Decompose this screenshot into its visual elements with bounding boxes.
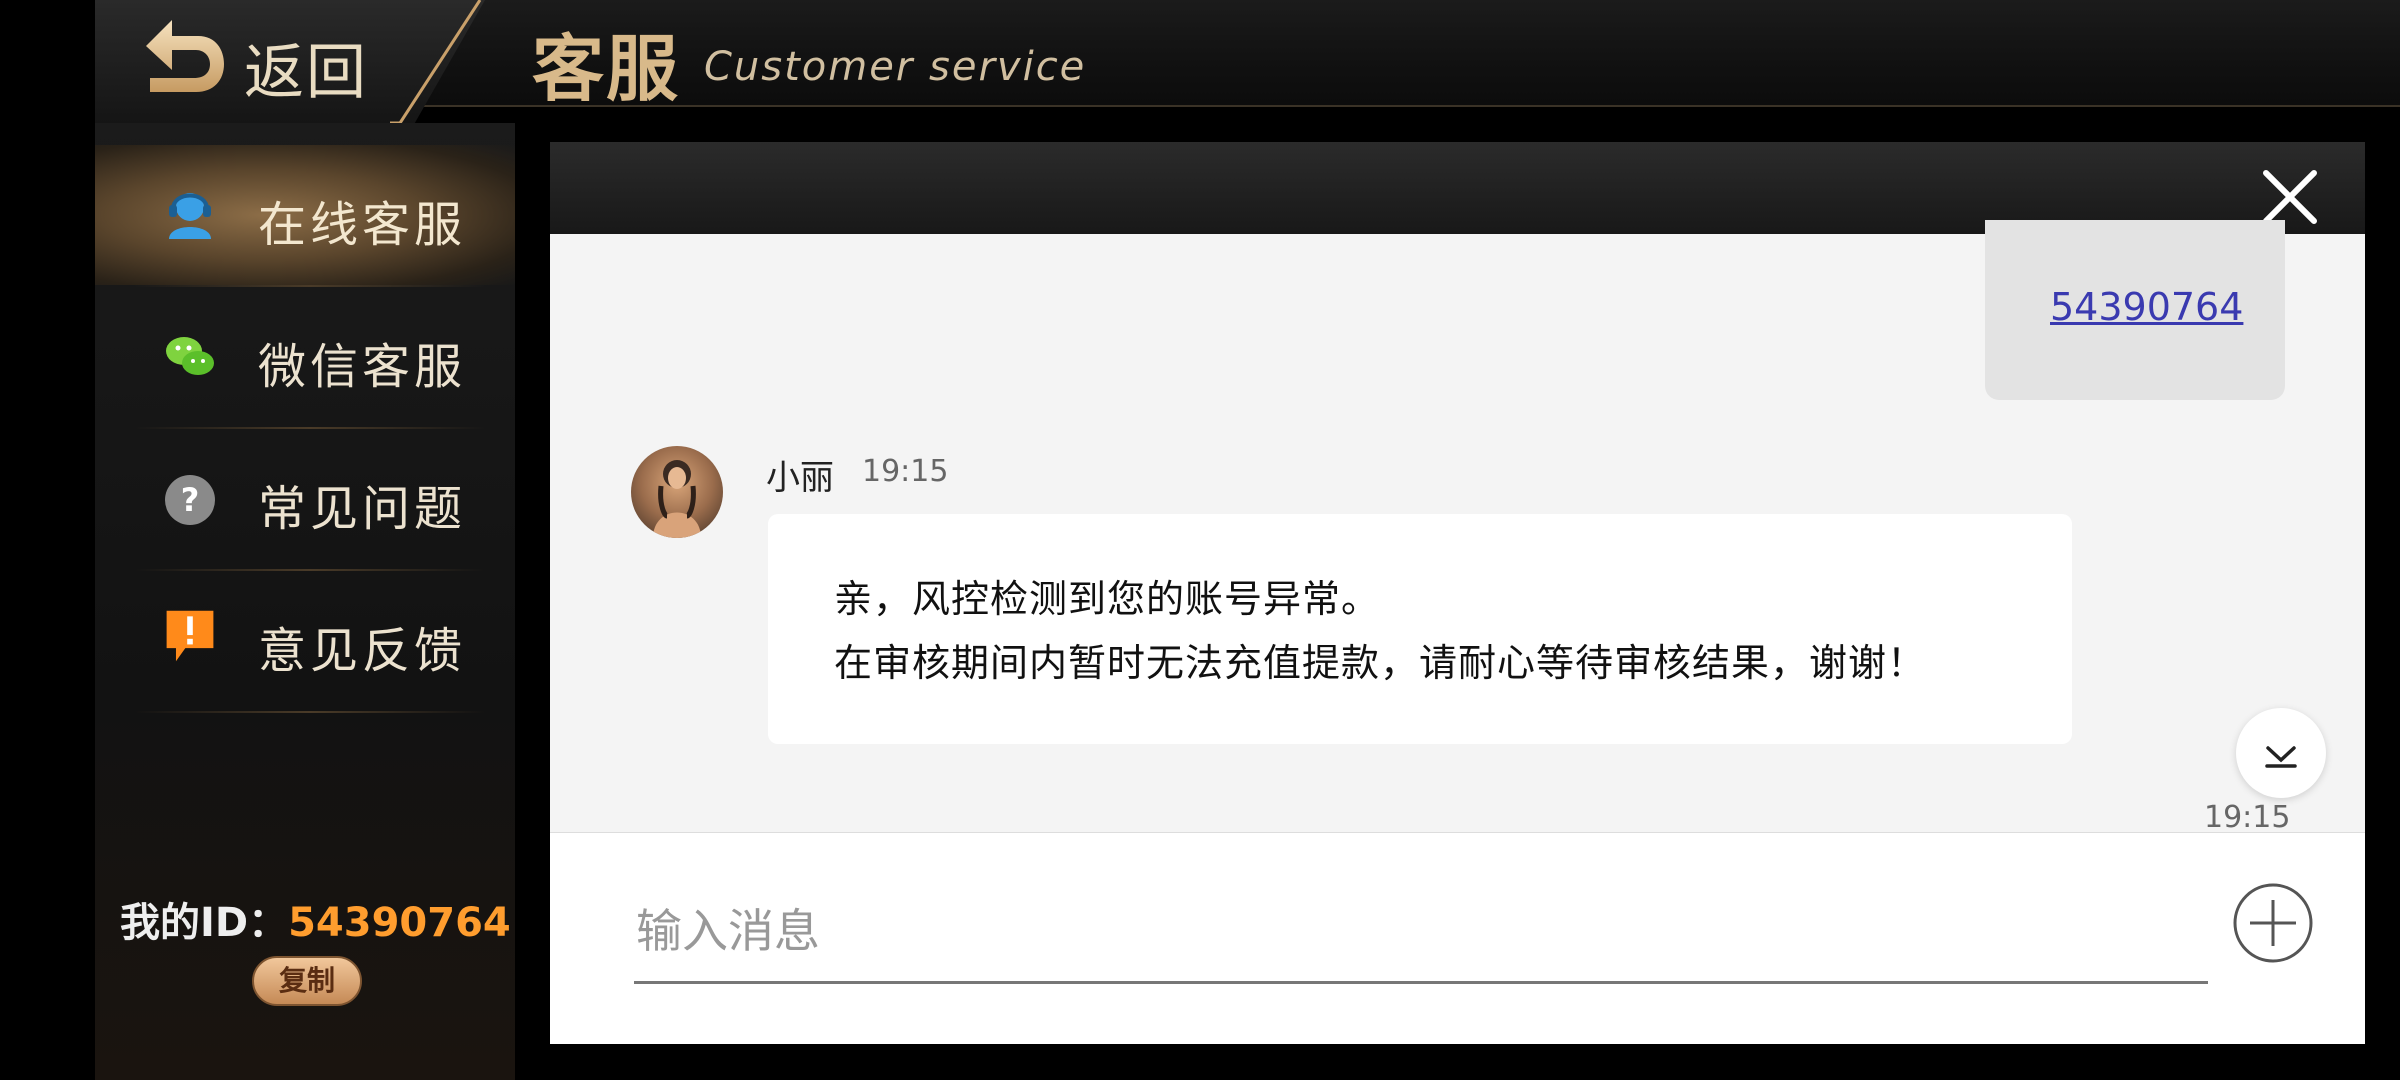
headset-user-icon — [169, 193, 211, 239]
page-subtitle: Customer service — [704, 44, 1087, 90]
question-icon: ? — [165, 475, 215, 525]
sidebar-item-faq[interactable]: ? 常见问题 — [95, 429, 515, 569]
my-id-label: 我的ID： — [120, 900, 289, 946]
message-input[interactable] — [634, 880, 2208, 984]
avatar — [631, 446, 723, 538]
svg-text:?: ? — [181, 481, 200, 519]
my-id: 我的ID：54390764 — [120, 890, 511, 948]
back-arrow-icon[interactable] — [140, 16, 228, 96]
add-attachment-icon[interactable] — [2232, 882, 2314, 964]
sidebar-item-label: 微信客服 — [258, 339, 467, 395]
copy-button[interactable]: 复制 — [252, 956, 362, 1006]
scroll-to-bottom-button[interactable] — [2236, 708, 2326, 798]
header-divider — [390, 0, 482, 125]
outgoing-message-link[interactable]: 54390764 — [2050, 285, 2243, 329]
page-title: 客服 — [532, 26, 681, 111]
my-id-value: 54390764 — [288, 900, 511, 946]
sidebar-item-label: 意见反馈 — [258, 623, 467, 679]
chevron-down-icon — [2265, 746, 2297, 768]
message-sender: 小丽 — [766, 458, 834, 498]
avatar-portrait-icon — [653, 460, 701, 538]
sidebar-item-feedback[interactable]: 意见反馈 — [95, 571, 515, 711]
wechat-icon — [166, 337, 214, 375]
sidebar-item-online-service[interactable]: 在线客服 — [95, 145, 515, 285]
sidebar-item-label: 常见问题 — [258, 481, 467, 537]
sidebar-item-wechat-service[interactable]: 微信客服 — [95, 287, 515, 427]
message-text-line: 亲，风控检测到您的账号异常。 — [834, 577, 1381, 621]
menu-divider — [135, 711, 485, 713]
message-time: 19:15 — [2204, 800, 2291, 835]
incoming-message-bubble — [768, 514, 2072, 744]
feedback-exclamation-icon — [166, 610, 214, 662]
message-text-line: 在审核期间内暂时无法充值提款，请耐心等待审核结果，谢谢！ — [834, 641, 1927, 685]
message-time: 19:15 — [862, 454, 949, 489]
back-label[interactable]: 返回 — [244, 24, 368, 111]
sidebar-item-label: 在线客服 — [258, 197, 467, 253]
